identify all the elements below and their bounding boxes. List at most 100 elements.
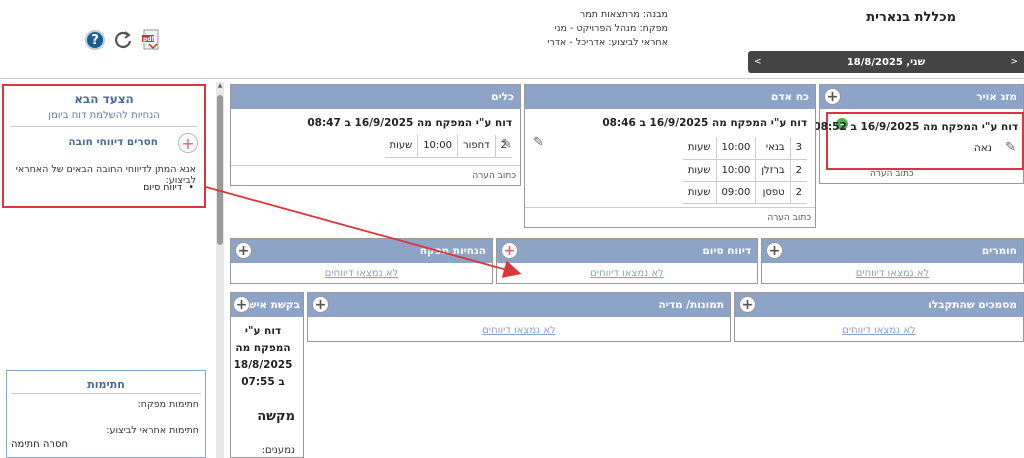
help-icon[interactable]: ? bbox=[84, 29, 106, 51]
weather-panel-header: מזג אויר + bbox=[820, 85, 1023, 109]
supervisor-instructions-panel: הנחיות מפקח + לא נמצאו דיווחים bbox=[230, 238, 493, 284]
divider bbox=[11, 393, 201, 394]
add-materials-button[interactable]: + bbox=[766, 242, 783, 259]
add-weather-button[interactable]: + bbox=[824, 88, 841, 105]
tools-note[interactable]: כתוב הערה bbox=[472, 171, 516, 181]
manpower-report-line: דוח ע"י המפקח מה 16/9/2025 ב 08:46 bbox=[602, 117, 807, 129]
weather-report-line: דוח ע"י המפקח מה 16/9/2025 ב 08:52 bbox=[813, 121, 1018, 133]
add-finish-report-button[interactable]: + bbox=[501, 242, 518, 259]
signatures-box: חתימות חתימות מפקח: חתימות אחראי לביצוע:… bbox=[6, 370, 206, 458]
supervisor-info: מפקח: מנהל הפרויקט - מני bbox=[554, 23, 668, 34]
role-cell: בנאי bbox=[755, 137, 791, 160]
current-date: שני, 18/8/2025 bbox=[846, 56, 926, 68]
next-step-subtitle: הנחיות להשלמת דוח ביומן bbox=[48, 110, 160, 121]
count-cell: 2 bbox=[789, 159, 807, 182]
refresh-icon[interactable] bbox=[112, 29, 134, 51]
add-approval-button[interactable]: + bbox=[233, 296, 250, 313]
no-reports-link[interactable]: לא נמצאו דיווחים bbox=[231, 268, 492, 279]
tools-panel-title: כלים bbox=[491, 91, 514, 103]
documents-panel: מסמכים שהתקבלו + לא נמצאו דיווחים bbox=[734, 292, 1024, 342]
manpower-panel-title: כח אדם bbox=[771, 91, 809, 103]
supervisor-instructions-panel-header: הנחיות מפקח + bbox=[231, 239, 492, 263]
weather-value: נאה bbox=[973, 142, 992, 154]
time-cell: 10:00 bbox=[417, 135, 458, 158]
prev-day-button[interactable]: < bbox=[754, 57, 762, 67]
no-reports-link[interactable]: לא נמצאו דיווחים bbox=[735, 325, 1023, 336]
unit-cell: שעות bbox=[682, 181, 716, 204]
unit-cell: שעות bbox=[682, 137, 716, 160]
manpower-panel: כח אדם דוח ע"י המפקח מה 16/9/2025 ב 08:4… bbox=[524, 84, 816, 228]
manpower-note[interactable]: כתוב הערה bbox=[767, 213, 811, 223]
no-reports-link[interactable]: לא נמצאו דיווחים bbox=[762, 268, 1023, 279]
table-row: 2 ברזלן 10:00 שעות bbox=[682, 159, 807, 182]
materials-panel: חומרים + לא נמצאו דיווחים bbox=[761, 238, 1024, 284]
project-title: מכללת בנארית bbox=[866, 10, 956, 25]
header-divider bbox=[0, 78, 1024, 79]
table-row: 3 בנאי 10:00 שעות bbox=[682, 137, 807, 160]
weather-panel-title: מזג אויר bbox=[976, 91, 1017, 103]
unit-cell: שעות bbox=[384, 135, 418, 158]
missing-reports-title: חסרים דיווחי חובה bbox=[68, 136, 158, 148]
materials-panel-title: חומרים bbox=[981, 245, 1017, 257]
approval-recipients-label: נמענים: bbox=[261, 445, 295, 456]
missing-report-item: דיווח סיום bbox=[143, 182, 194, 193]
add-documents-button[interactable]: + bbox=[739, 296, 756, 313]
media-panel-header: תמונות/ מדיה + bbox=[308, 293, 730, 317]
scrollbar-thumb[interactable] bbox=[217, 95, 223, 245]
no-reports-link[interactable]: לא נמצאו דיווחים bbox=[308, 325, 730, 336]
building-info: מבנה: מרתצאות תמר bbox=[579, 9, 668, 20]
missing-signature-text: חסרה חתימה bbox=[11, 439, 69, 450]
role-cell: טפסן bbox=[755, 181, 791, 204]
no-reports-link[interactable]: לא נמצאו דיווחים bbox=[497, 268, 757, 279]
table-row: 2 טפסן 09:00 שעות bbox=[682, 181, 807, 204]
materials-panel-header: חומרים + bbox=[762, 239, 1023, 263]
executor-info: אחראי לביצוע: אדריכל - אדרי bbox=[547, 37, 668, 48]
table-row: 2 דחפור 10:00 שעות bbox=[384, 135, 512, 158]
media-panel-title: תמונות/ מדיה bbox=[658, 299, 724, 311]
role-cell: דחפור bbox=[457, 135, 496, 158]
edit-pencil-icon[interactable]: ✎ bbox=[1005, 140, 1016, 155]
add-media-button[interactable]: + bbox=[312, 296, 329, 313]
executor-signatures-label: חתימות אחראי לביצוע: bbox=[106, 425, 199, 436]
add-missing-report-button[interactable]: + bbox=[178, 133, 198, 153]
edit-pencil-icon[interactable]: ✎ bbox=[501, 137, 512, 152]
time-cell: 10:00 bbox=[715, 137, 756, 160]
time-cell: 09:00 bbox=[715, 181, 756, 204]
divider bbox=[231, 165, 520, 166]
tools-panel-header: כלים bbox=[231, 85, 520, 109]
svg-text:pdf: pdf bbox=[143, 36, 155, 43]
next-step-box: הצעד הבא הנחיות להשלמת דוח ביומן חסרים ד… bbox=[2, 84, 206, 208]
finish-report-panel: דיווח סיום + לא נמצאו דיווחים bbox=[496, 238, 758, 284]
divider bbox=[525, 207, 815, 208]
manpower-panel-header: כח אדם bbox=[525, 85, 815, 109]
media-panel: תמונות/ מדיה + לא נמצאו דיווחים bbox=[307, 292, 731, 342]
weather-note[interactable]: כתוב הערה bbox=[870, 169, 914, 179]
weather-report-highlight: – דוח ע"י המפקח מה 16/9/2025 ב 08:52 נאה… bbox=[813, 112, 1024, 170]
add-instructions-button[interactable]: + bbox=[235, 242, 252, 259]
unit-cell: שעות bbox=[682, 159, 716, 182]
documents-panel-header: מסמכים שהתקבלו + bbox=[735, 293, 1023, 317]
divider bbox=[10, 126, 198, 127]
supervisor-instructions-panel-title: הנחיות מפקח bbox=[419, 245, 486, 257]
tools-table: 2 דחפור 10:00 שעות bbox=[384, 135, 512, 158]
manpower-table: 3 בנאי 10:00 שעות 2 ברזלן 10:00 שעות 2 ט… bbox=[682, 137, 807, 204]
next-day-button[interactable]: > bbox=[1010, 57, 1018, 67]
edit-pencil-icon[interactable]: ✎ bbox=[533, 135, 544, 150]
finish-report-panel-header: דיווח סיום + bbox=[497, 239, 757, 263]
finish-report-panel-title: דיווח סיום bbox=[702, 245, 752, 257]
tools-report-line: דוח ע"י המפקח מה 16/9/2025 ב 08:47 bbox=[307, 117, 512, 129]
scroll-up-icon[interactable]: ▲ bbox=[216, 82, 224, 92]
time-cell: 10:00 bbox=[715, 159, 756, 182]
count-cell: 2 bbox=[789, 181, 807, 204]
count-cell: 3 bbox=[789, 137, 807, 160]
approval-report-line: דוח ע"י המפקח מה 18/8/2025 ב 07:55 bbox=[233, 325, 293, 388]
approval-panel-header: בקשת אישור + bbox=[231, 293, 303, 317]
approval-status: מקשה bbox=[257, 409, 295, 424]
supervisor-signatures-label: חתימות מפקח: bbox=[137, 399, 199, 410]
pdf-icon[interactable]: pdf bbox=[140, 29, 162, 51]
signatures-title: חתימות bbox=[87, 378, 125, 391]
documents-panel-title: מסמכים שהתקבלו bbox=[928, 299, 1017, 311]
next-step-title: הצעד הבא bbox=[74, 92, 134, 106]
date-bar: < שני, 18/8/2025 > bbox=[748, 51, 1024, 73]
role-cell: ברזלן bbox=[755, 159, 791, 182]
